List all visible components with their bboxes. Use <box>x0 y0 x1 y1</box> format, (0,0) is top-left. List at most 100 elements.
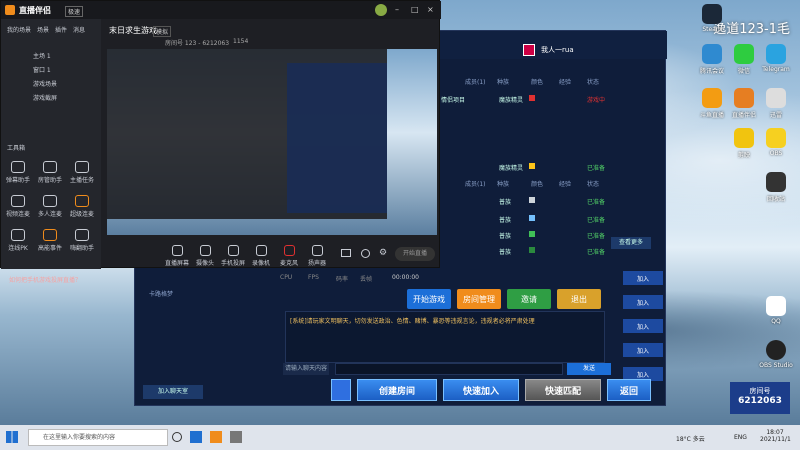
join-chat-button[interactable]: 加入聊天室 <box>143 385 203 399</box>
send-button[interactable]: 发送 <box>567 363 611 375</box>
member-ready-2: 已准备 <box>587 165 606 172</box>
scene-item-4[interactable]: 游戏截屏 <box>33 93 57 102</box>
close-icon[interactable]: × <box>427 5 434 14</box>
col-header-members-2: 成员(1) <box>465 181 486 188</box>
version-badge: 极速 <box>65 6 84 17</box>
status-drop: 丢帧 <box>360 276 373 283</box>
col-header-race: 种族 <box>497 79 510 86</box>
app-logo-text: 直播伴侣 <box>19 6 51 15</box>
team-ready-3: 已准备 <box>587 233 606 240</box>
viewer-count: 1154 <box>233 38 249 45</box>
tool-pk[interactable]: 连线PK <box>3 229 33 252</box>
chat-input[interactable] <box>335 363 563 375</box>
tab-my-scenes[interactable]: 我的场景 <box>7 25 31 34</box>
control-screen[interactable]: 直播屏幕 <box>163 245 191 267</box>
tool-video-link[interactable]: 视频连麦 <box>3 195 33 218</box>
tool-danmu[interactable]: 弹幕助手 <box>3 161 33 184</box>
gear-icon[interactable]: ⚙ <box>379 248 387 258</box>
status-fps: FPS <box>308 274 319 281</box>
info-icon[interactable] <box>361 249 370 258</box>
scene-item-2[interactable]: 窗口 1 <box>33 65 51 74</box>
room-tag: 模拟 <box>153 26 172 37</box>
control-microphone[interactable]: 麦克风 <box>275 245 303 267</box>
desktop-icon-app6[interactable]: OBS <box>756 128 796 157</box>
invite-button[interactable]: 邀请 <box>507 289 551 309</box>
back-button[interactable]: 返回 <box>607 379 651 401</box>
desktop-icon-app4[interactable]: 迅雷 <box>756 88 796 119</box>
create-room-button[interactable]: 创建房间 <box>357 379 437 401</box>
clock[interactable]: 18:07 2021/11/1 <box>760 429 791 443</box>
tool-multi-link[interactable]: 多人连麦 <box>35 195 65 218</box>
color-swatch-2 <box>529 163 535 169</box>
quick-match-button[interactable]: 快速匹配 <box>525 379 601 401</box>
taskbar-app-2[interactable] <box>210 431 222 443</box>
weather[interactable]: 18°C 多云 <box>676 434 705 443</box>
scene-item-3[interactable]: 游戏场景 <box>33 79 57 88</box>
col-header-status-2: 状态 <box>587 181 600 188</box>
join-button-4[interactable]: 加入 <box>623 343 663 357</box>
color-swatch-6 <box>529 247 535 253</box>
room-title: 末日求生游戏 <box>109 26 157 35</box>
team-row-1: 普族 <box>499 199 512 206</box>
tool-fun[interactable]: 嗨翻助手 <box>67 229 97 252</box>
view-more-button[interactable]: 查看更多 <box>611 237 651 249</box>
control-recorder[interactable]: 录像机 <box>247 245 275 267</box>
control-camera[interactable]: 摄像头 <box>191 245 219 267</box>
avatar <box>523 44 535 56</box>
col-header-status: 状态 <box>587 79 600 86</box>
tab-plugins[interactable]: 插件 <box>55 25 67 34</box>
camera-icon[interactable] <box>341 249 351 257</box>
help-text[interactable]: 如何把手机游戏投屏直播？ <box>9 275 81 284</box>
tool-tasks[interactable]: 主播任务 <box>67 161 97 184</box>
desktop-icon-app7[interactable]: 回收站 <box>756 172 796 203</box>
team-ready-4: 已准备 <box>587 249 606 256</box>
join-button-3[interactable]: 加入 <box>623 319 663 333</box>
scene-item-1[interactable]: 主场 1 <box>33 51 51 60</box>
avatar[interactable] <box>375 4 387 16</box>
join-button-2[interactable]: 加入 <box>623 295 663 309</box>
status-bitrate: 码率 <box>336 276 349 283</box>
room-manage-button[interactable]: 房间管理 <box>457 289 501 309</box>
control-speaker[interactable]: 扬声器 <box>303 245 331 267</box>
member-name: 情侣项目 <box>441 97 466 104</box>
desktop-icon-qq[interactable]: QQ <box>756 296 796 325</box>
tool-room-admin[interactable]: 房管助手 <box>35 161 65 184</box>
streamer-app-window: 直播伴侣 极速 – □ × 我的场景 场景 插件 消息 主场 1 窗口 1 游戏… <box>0 0 441 284</box>
desktop-icon-steam[interactable]: Steam <box>692 4 732 33</box>
start-live-button[interactable]: 开始直播 <box>395 247 435 261</box>
desktop-icon-telegram[interactable]: Telegram <box>756 44 796 73</box>
tool-events[interactable]: 高能事件 <box>35 229 65 252</box>
control-phone[interactable]: 手机投屏 <box>219 245 247 267</box>
team-row-2: 普族 <box>499 217 512 224</box>
tab-scenes[interactable]: 场景 <box>37 25 49 34</box>
taskbar-search-input[interactable]: 在这里输入你要搜索的内容 <box>28 429 168 446</box>
exit-button[interactable]: 退出 <box>557 289 601 309</box>
maximize-icon[interactable]: □ <box>411 5 419 14</box>
side-label: 卡路格梦 <box>149 291 174 298</box>
join-button-1[interactable]: 加入 <box>623 271 663 285</box>
col-header-race-2: 种族 <box>497 181 510 188</box>
store-icon[interactable] <box>331 379 351 401</box>
member-race: 魔族精灵 <box>499 97 524 104</box>
col-header-color: 颜色 <box>531 79 544 86</box>
windows-start-icon[interactable] <box>6 431 18 443</box>
desktop-icon-obs[interactable]: OBS Studio <box>756 340 796 369</box>
col-header-color-2: 颜色 <box>531 181 544 188</box>
quick-join-button[interactable]: 快速加入 <box>443 379 519 401</box>
chat-channel-select[interactable]: 请输入聊天内容 <box>283 363 329 375</box>
room-number-badge: 房间号 6212063 <box>730 382 790 414</box>
task-view-icon[interactable] <box>172 432 182 442</box>
taskbar-app-1[interactable] <box>190 431 202 443</box>
stream-preview <box>107 49 437 235</box>
tab-messages[interactable]: 消息 <box>73 25 85 34</box>
tool-super-link[interactable]: 超级连麦 <box>67 195 97 218</box>
app-logo-icon <box>5 5 15 15</box>
color-swatch-5 <box>529 231 535 237</box>
team-row-3: 普族 <box>499 233 512 240</box>
chat-log: [系统]请玩家文明聊天，切勿发送政治、色情、赌博、暴恐等违规言论，违规者必将严肃… <box>285 311 605 363</box>
minimize-icon[interactable]: – <box>395 5 399 14</box>
start-game-button[interactable]: 开始游戏 <box>407 289 451 309</box>
taskbar-app-3[interactable] <box>230 431 242 443</box>
input-language[interactable]: ENG <box>734 434 747 441</box>
col-header-members: 成员(1) <box>465 79 486 86</box>
